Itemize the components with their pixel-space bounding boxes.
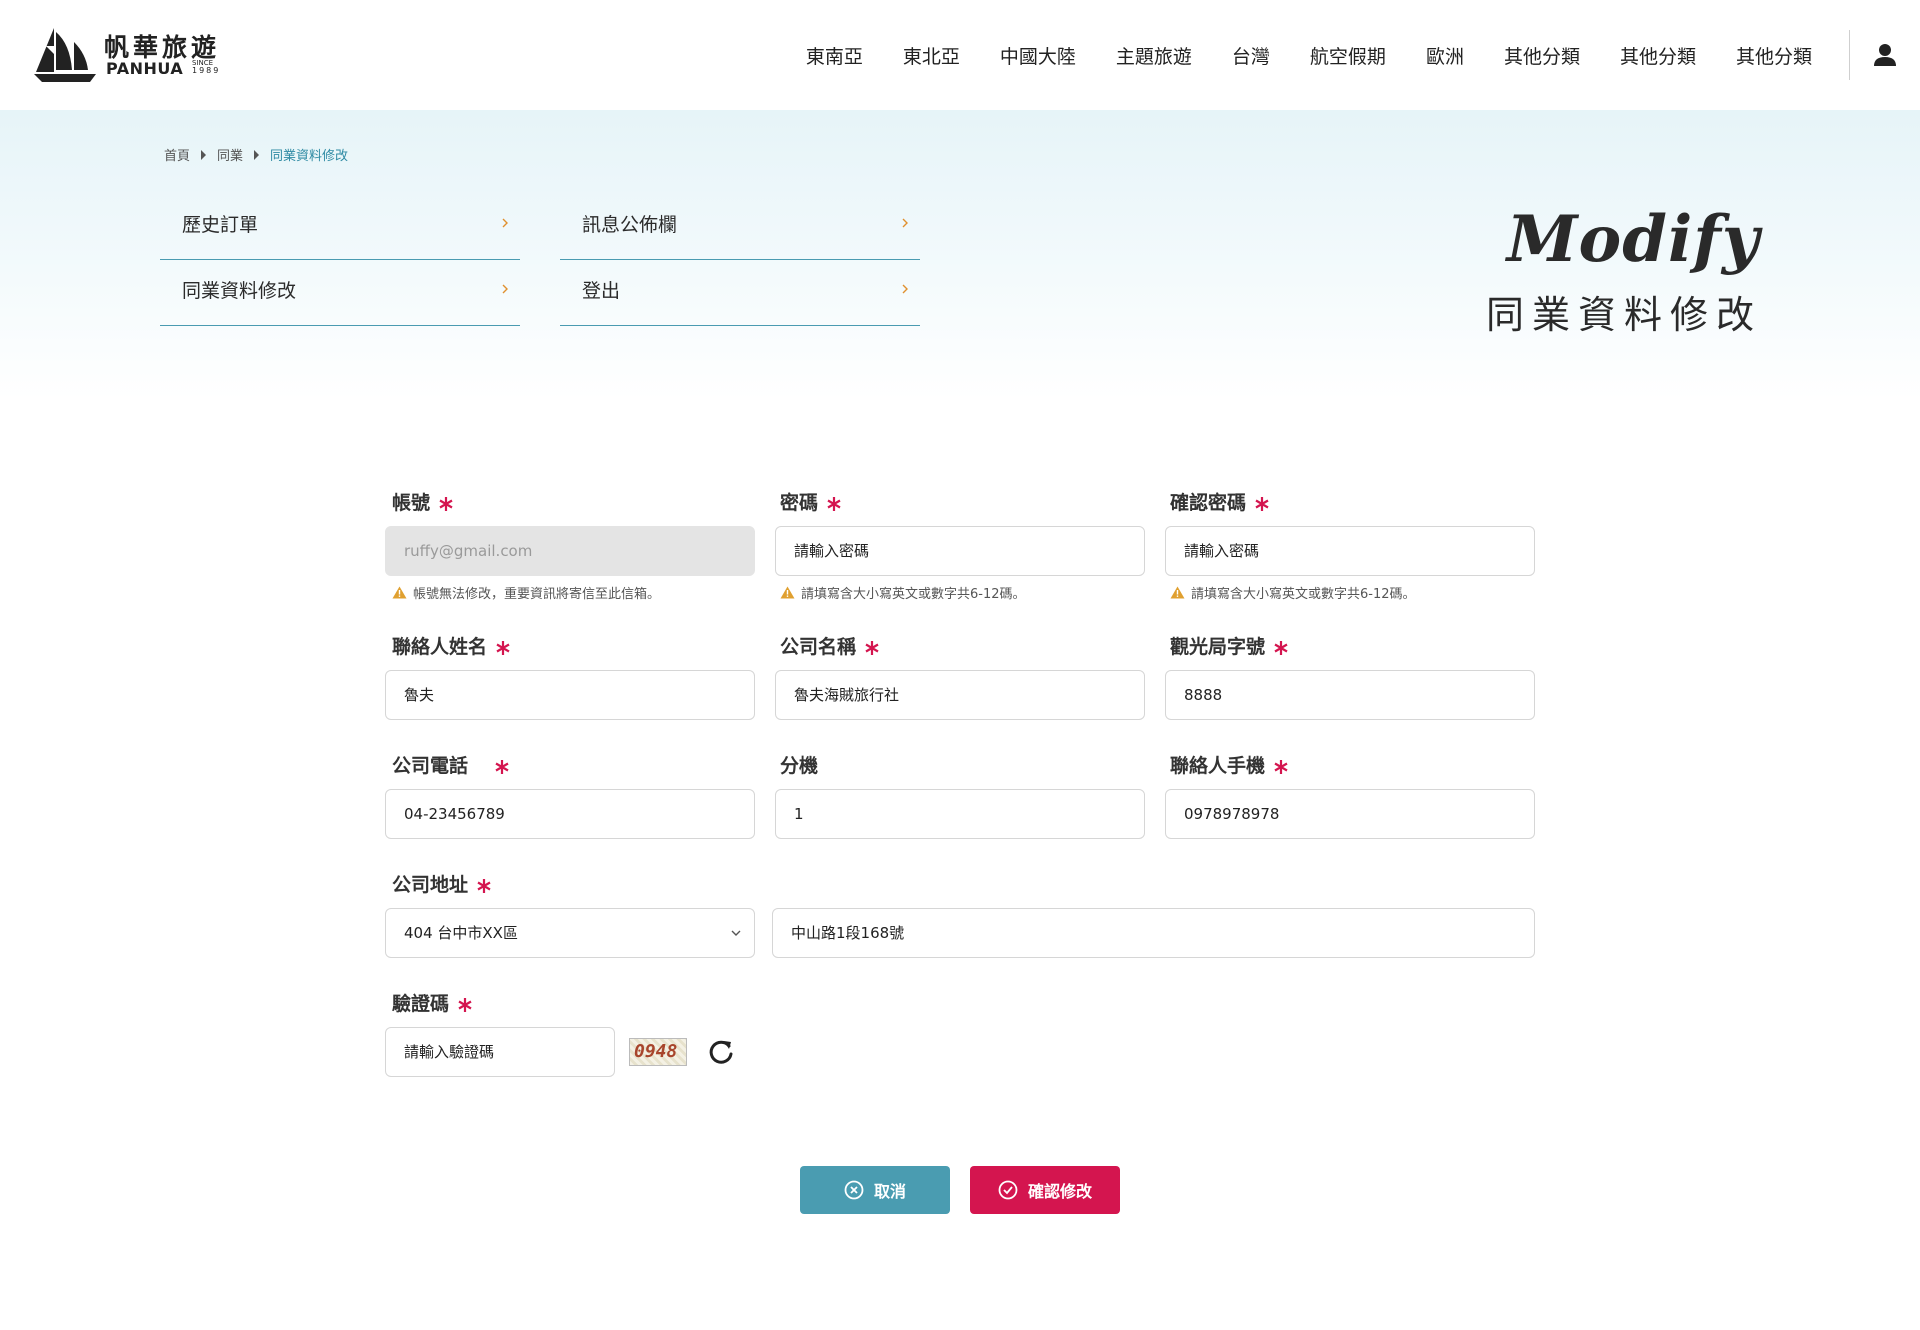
tourism-license-label: 觀光局字號 bbox=[1170, 632, 1289, 659]
required-star-icon bbox=[439, 497, 453, 511]
breadcrumb-current: 同業資料修改 bbox=[270, 149, 349, 164]
contact-mobile-label: 聯絡人手機 bbox=[1170, 751, 1289, 778]
nav-item-theme-travel[interactable]: 主題旅遊 bbox=[1096, 42, 1212, 69]
password-label: 密碼 bbox=[780, 488, 842, 515]
nav-item-air-holiday[interactable]: 航空假期 bbox=[1290, 42, 1406, 69]
required-star-icon bbox=[1255, 497, 1269, 511]
required-star-icon bbox=[477, 879, 491, 893]
breadcrumb-home[interactable]: 首頁 bbox=[164, 145, 190, 164]
company-address-label: 公司地址 bbox=[392, 870, 492, 897]
captcha-label: 驗證碼 bbox=[392, 989, 473, 1016]
chevron-right-icon bbox=[502, 218, 508, 228]
menu-item-label: 訊息公佈欄 bbox=[582, 214, 678, 236]
contact-name-input[interactable]: 魯夫 bbox=[385, 670, 755, 720]
check-circle-icon bbox=[998, 1180, 1018, 1200]
chevron-right-icon bbox=[902, 284, 908, 294]
brand-since: SINCE 1989 bbox=[192, 59, 221, 75]
menu-item-label: 歷史訂單 bbox=[182, 214, 259, 236]
site-header: 帆華旅遊 PANHUA SINCE 1989 東南亞 東北亞 中國大陸 主題旅遊… bbox=[0, 0, 1920, 110]
nav-item-other-2[interactable]: 其他分類 bbox=[1600, 42, 1716, 69]
password-hint: 請填寫含大小寫英文或數字共6-12碼。 bbox=[780, 583, 1026, 602]
required-star-icon bbox=[1274, 760, 1288, 774]
warning-icon bbox=[1170, 586, 1185, 599]
warning-icon bbox=[780, 586, 795, 599]
nav-item-europe[interactable]: 歐洲 bbox=[1406, 42, 1484, 69]
menu-item-order-history[interactable]: 歷史訂單 bbox=[160, 194, 520, 260]
menu-item-modify-profile[interactable]: 同業資料修改 bbox=[160, 260, 520, 326]
breadcrumb-section[interactable]: 同業 bbox=[217, 145, 243, 164]
nav-item-other-3[interactable]: 其他分類 bbox=[1716, 42, 1832, 69]
contact-name-label: 聯絡人姓名 bbox=[392, 632, 511, 659]
company-name-input[interactable]: 魯夫海賊旅行社 bbox=[775, 670, 1145, 720]
confirm-button[interactable]: 確認修改 bbox=[970, 1166, 1120, 1214]
cancel-button[interactable]: 取消 bbox=[800, 1166, 950, 1214]
refresh-icon[interactable] bbox=[707, 1038, 735, 1066]
nav-item-other-1[interactable]: 其他分類 bbox=[1484, 42, 1600, 69]
required-star-icon bbox=[1274, 641, 1288, 655]
required-star-icon bbox=[496, 641, 510, 655]
user-icon[interactable] bbox=[1872, 42, 1898, 68]
page-title-cn: 同業資料修改 bbox=[1485, 293, 1762, 337]
page-title-en: Modify bbox=[1506, 202, 1760, 277]
nav-item-northeast-asia[interactable]: 東北亞 bbox=[883, 42, 980, 69]
nav-divider bbox=[1849, 30, 1850, 80]
tourism-license-input[interactable]: 8888 bbox=[1165, 670, 1535, 720]
chevron-down-icon bbox=[731, 930, 741, 936]
contact-mobile-input[interactable]: 0978978978 bbox=[1165, 789, 1535, 839]
menu-item-label: 登出 bbox=[582, 280, 621, 302]
close-circle-icon bbox=[844, 1180, 864, 1200]
nav-item-china[interactable]: 中國大陸 bbox=[980, 42, 1096, 69]
chevron-right-icon bbox=[502, 284, 508, 294]
extension-input[interactable]: 1 bbox=[775, 789, 1145, 839]
confirm-password-hint: 請填寫含大小寫英文或數字共6-12碼。 bbox=[1170, 583, 1416, 602]
required-star-icon bbox=[458, 998, 472, 1012]
hero-band: 首頁 同業 同業資料修改 歷史訂單 訊息公佈欄 同業資料修改 登出 Modify… bbox=[0, 110, 1920, 400]
required-star-icon bbox=[865, 641, 879, 655]
breadcrumb: 首頁 同業 同業資料修改 bbox=[164, 145, 348, 164]
nav-item-southeast-asia[interactable]: 東南亞 bbox=[786, 42, 883, 69]
menu-item-logout[interactable]: 登出 bbox=[560, 260, 920, 326]
district-select[interactable]: 404 台中市XX區 bbox=[385, 908, 755, 958]
chevron-right-icon bbox=[902, 218, 908, 228]
breadcrumb-separator-icon bbox=[201, 149, 207, 160]
main-nav: 東南亞 東北亞 中國大陸 主題旅遊 台灣 航空假期 歐洲 其他分類 其他分類 其… bbox=[786, 42, 1832, 69]
menu-item-bulletin[interactable]: 訊息公佈欄 bbox=[560, 194, 920, 260]
extension-label: 分機 bbox=[780, 755, 819, 777]
captcha-image: 0948 bbox=[629, 1038, 687, 1066]
account-hint: 帳號無法修改，重要資訊將寄信至此信箱。 bbox=[392, 583, 660, 602]
street-address-input[interactable]: 中山路1段168號 bbox=[772, 908, 1535, 958]
company-name-label: 公司名稱 bbox=[780, 632, 880, 659]
nav-item-taiwan[interactable]: 台灣 bbox=[1212, 42, 1290, 69]
ship-logo-icon bbox=[34, 28, 96, 82]
menu-item-label: 同業資料修改 bbox=[182, 280, 297, 302]
company-phone-input[interactable]: 04-23456789 bbox=[385, 789, 755, 839]
account-label: 帳號 bbox=[392, 488, 454, 515]
brand-name-en: PANHUA bbox=[106, 59, 184, 78]
warning-icon bbox=[392, 586, 407, 599]
required-star-icon bbox=[827, 497, 841, 511]
account-input: ruffy@gmail.com bbox=[385, 526, 755, 576]
confirm-password-input[interactable]: 請輸入密碼 bbox=[1165, 526, 1535, 576]
confirm-password-label: 確認密碼 bbox=[1170, 488, 1270, 515]
required-star-icon bbox=[495, 760, 509, 774]
password-input[interactable]: 請輸入密碼 bbox=[775, 526, 1145, 576]
captcha-input[interactable]: 請輸入驗證碼 bbox=[385, 1027, 615, 1077]
breadcrumb-separator-icon bbox=[254, 149, 260, 160]
company-phone-label: 公司電話 bbox=[392, 751, 510, 778]
brand-logo[interactable]: 帆華旅遊 PANHUA SINCE 1989 bbox=[32, 26, 232, 84]
